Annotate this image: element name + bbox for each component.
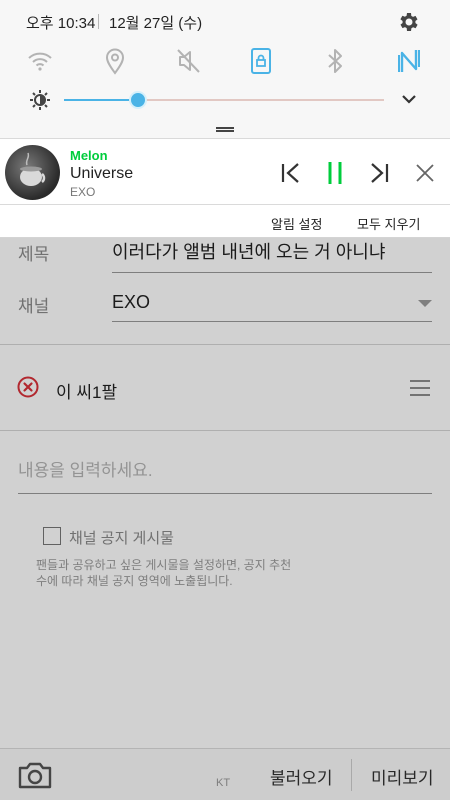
notification-settings-button[interactable]: 알림 설정 xyxy=(271,214,322,233)
notification-shade: 오후 10:34 12월 27일 (수) xyxy=(0,0,450,138)
brightness-icon xyxy=(30,90,50,110)
location-icon[interactable] xyxy=(100,46,130,76)
notification-actions: 알림 설정 모두 지우기 xyxy=(0,205,450,238)
app-name: Melon xyxy=(70,148,108,163)
brightness-slider-fill xyxy=(64,99,138,101)
pause-icon[interactable] xyxy=(322,160,348,186)
wifi-icon[interactable] xyxy=(25,46,55,76)
sound-mute-icon[interactable] xyxy=(174,46,204,76)
song-title: Universe xyxy=(70,165,134,182)
bluetooth-icon[interactable] xyxy=(320,46,350,76)
close-icon[interactable] xyxy=(412,160,438,186)
chevron-down-icon[interactable] xyxy=(400,92,418,106)
skip-next-icon[interactable] xyxy=(366,160,392,186)
status-time: 오후 10:34 xyxy=(26,15,96,32)
divider xyxy=(98,14,99,29)
song-artist: EXO xyxy=(70,185,96,199)
rotation-lock-icon[interactable] xyxy=(246,46,276,76)
brightness-slider[interactable] xyxy=(64,91,384,109)
brightness-slider-thumb[interactable] xyxy=(128,91,147,109)
music-notification[interactable]: Melon Universe EXO xyxy=(0,138,450,205)
status-date[interactable]: 12월 27일 (수) xyxy=(109,12,202,33)
album-art xyxy=(5,145,60,200)
skip-previous-icon[interactable] xyxy=(278,160,304,186)
shade-drag-handle[interactable] xyxy=(216,127,234,132)
nfc-icon[interactable] xyxy=(394,46,424,76)
clear-all-button[interactable]: 모두 지우기 xyxy=(357,214,420,233)
gear-icon[interactable] xyxy=(397,10,421,34)
